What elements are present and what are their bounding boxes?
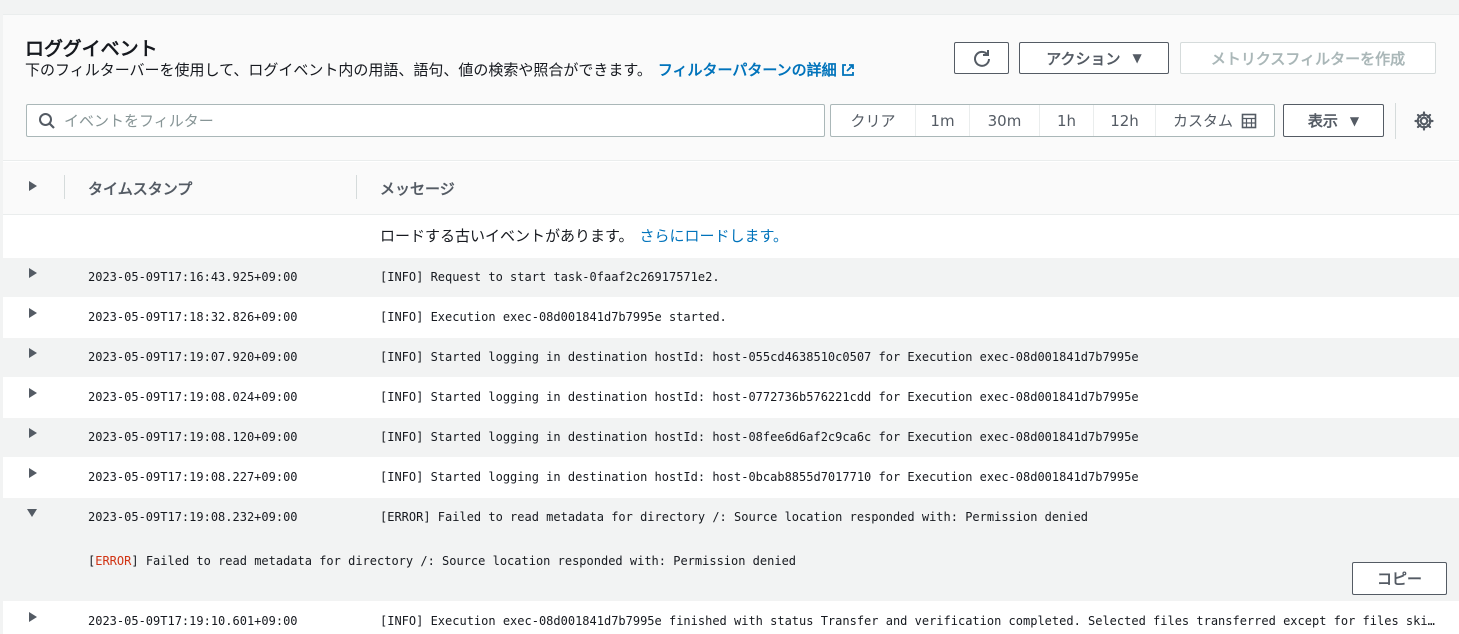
filter-pattern-link-label: フィルターパターンの詳細 xyxy=(657,61,837,79)
display-label: 表示 xyxy=(1307,112,1338,130)
expand-row-icon[interactable] xyxy=(29,612,37,622)
expand-row-icon[interactable] xyxy=(29,268,37,278)
column-header-timestamp[interactable]: タイムスタンプ xyxy=(88,178,192,199)
toolbar-divider xyxy=(1395,103,1396,139)
row-message: [INFO] Started logging in destination ho… xyxy=(380,430,1139,444)
row-message: [ERROR] Failed to read metadata for dire… xyxy=(380,510,1089,524)
row-timestamp: 2023-05-09T17:19:08.024+09:00 xyxy=(88,390,298,404)
load-older-events-notice: ロードする古いイベントがあります。 さらにロードします。 xyxy=(380,225,788,246)
row-timestamp: 2023-05-09T17:19:07.920+09:00 xyxy=(88,350,298,364)
table-row[interactable]: 2023-05-09T17:19:07.920+09:00 [INFO] Sta… xyxy=(3,338,1459,378)
expanded-row-detail: [ERROR] Failed to read metadata for dire… xyxy=(3,538,1459,601)
time-range-selector: クリア 1m 30m 1h 12h カスタム xyxy=(830,104,1275,137)
event-filter-search xyxy=(26,104,825,137)
refresh-button[interactable] xyxy=(954,42,1009,74)
time-range-30m[interactable]: 30m xyxy=(970,105,1040,136)
display-button[interactable]: 表示 ▼ xyxy=(1283,104,1384,137)
error-level: ERROR xyxy=(95,554,132,568)
expand-row-icon[interactable] xyxy=(29,388,37,398)
table-row-expanded[interactable]: 2023-05-09T17:19:08.232+09:00 [ERROR] Fa… xyxy=(3,498,1459,538)
gear-icon xyxy=(1414,111,1434,131)
time-range-1h[interactable]: 1h xyxy=(1040,105,1094,136)
expanded-message-text: Failed to read metadata for directory /:… xyxy=(138,554,797,568)
caret-down-icon: ▼ xyxy=(1132,51,1142,65)
table-row[interactable]: 2023-05-09T17:16:43.925+09:00 [INFO] Req… xyxy=(3,258,1459,298)
event-filter-input[interactable] xyxy=(64,111,804,130)
description-text: 下のフィルターバーを使用して、ログイベント内の用語、語句、値の検索や照合ができま… xyxy=(25,61,652,79)
external-link-icon xyxy=(841,64,854,76)
expand-row-icon[interactable] xyxy=(29,428,37,438)
log-events-header: ロググイベント 下のフィルターバーを使用して、ログイベント内の用語、語句、値の検… xyxy=(3,15,1459,161)
column-divider xyxy=(356,175,357,199)
level-bracket-close: ] xyxy=(131,554,139,568)
time-range-12h[interactable]: 12h xyxy=(1094,105,1156,136)
create-metric-filter-button[interactable]: メトリクスフィルターを作成 xyxy=(1180,42,1436,74)
settings-button[interactable] xyxy=(1412,109,1436,133)
column-header-message[interactable]: メッセージ xyxy=(380,178,455,199)
expand-row-icon[interactable] xyxy=(29,308,37,318)
row-timestamp: 2023-05-09T17:16:43.925+09:00 xyxy=(88,270,298,284)
table-row[interactable]: 2023-05-09T17:19:08.024+09:00 [INFO] Sta… xyxy=(3,378,1459,418)
caret-down-icon: ▼ xyxy=(1349,113,1360,128)
page-title: ロググイベント xyxy=(25,38,158,60)
expand-row-icon[interactable] xyxy=(29,348,37,358)
create-metric-filter-label: メトリクスフィルターを作成 xyxy=(1210,49,1406,68)
row-message: [INFO] Execution exec-08d001841d7b7995e … xyxy=(380,310,727,324)
row-timestamp: 2023-05-09T17:19:10.601+09:00 xyxy=(88,614,298,628)
table-row[interactable]: 2023-05-09T17:19:10.601+09:00 [INFO] Exe… xyxy=(3,602,1459,634)
table-row[interactable]: 2023-05-09T17:19:08.227+09:00 [INFO] Sta… xyxy=(3,458,1459,498)
column-divider xyxy=(64,175,65,199)
actions-label: アクション xyxy=(1046,49,1121,68)
page-description: 下のフィルターバーを使用して、ログイベント内の用語、語句、値の検索や照合ができま… xyxy=(25,59,855,80)
refresh-icon xyxy=(973,50,990,67)
load-more-link[interactable]: さらにロードします。 xyxy=(640,227,789,245)
row-timestamp: 2023-05-09T17:19:08.227+09:00 xyxy=(88,470,298,484)
row-timestamp: 2023-05-09T17:19:08.120+09:00 xyxy=(88,430,298,444)
time-range-clear[interactable]: クリア xyxy=(831,105,916,136)
expanded-message: [ERROR] Failed to read metadata for dire… xyxy=(88,554,796,568)
expand-all-icon[interactable] xyxy=(29,181,37,191)
time-range-custom[interactable]: カスタム xyxy=(1156,105,1274,136)
load-older-events-row: ロードする古いイベントがあります。 さらにロードします。 xyxy=(3,216,1459,258)
table-row[interactable]: 2023-05-09T17:19:08.120+09:00 [INFO] Sta… xyxy=(3,418,1459,458)
collapse-row-icon[interactable] xyxy=(27,509,37,517)
row-message: [INFO] Request to start task-0faaf2c2691… xyxy=(380,270,720,284)
search-icon xyxy=(39,112,55,129)
filter-pattern-link[interactable]: フィルターパターンの詳細 xyxy=(658,61,855,79)
time-range-1m[interactable]: 1m xyxy=(916,105,970,136)
row-timestamp: 2023-05-09T17:19:08.232+09:00 xyxy=(88,510,298,524)
time-range-custom-label: カスタム xyxy=(1172,112,1233,130)
copy-button[interactable]: コピー xyxy=(1352,562,1447,595)
row-message: [INFO] Started logging in destination ho… xyxy=(380,470,1139,484)
actions-button[interactable]: アクション ▼ xyxy=(1019,42,1169,74)
table-header: タイムスタンプ メッセージ xyxy=(3,162,1459,215)
row-message: [INFO] Started logging in destination ho… xyxy=(380,350,1139,364)
row-message: [INFO] Execution exec-08d001841d7b7995e … xyxy=(380,614,1440,628)
calendar-icon xyxy=(1241,113,1257,128)
row-timestamp: 2023-05-09T17:18:32.826+09:00 xyxy=(88,310,298,324)
row-message: [INFO] Started logging in destination ho… xyxy=(380,390,1139,404)
expand-row-icon[interactable] xyxy=(29,468,37,478)
log-events-panel: ロググイベント 下のフィルターバーを使用して、ログイベント内の用語、語句、値の検… xyxy=(3,14,1459,634)
load-notice-text: ロードする古いイベントがあります。 xyxy=(380,227,634,245)
table-row[interactable]: 2023-05-09T17:18:32.826+09:00 [INFO] Exe… xyxy=(3,298,1459,338)
